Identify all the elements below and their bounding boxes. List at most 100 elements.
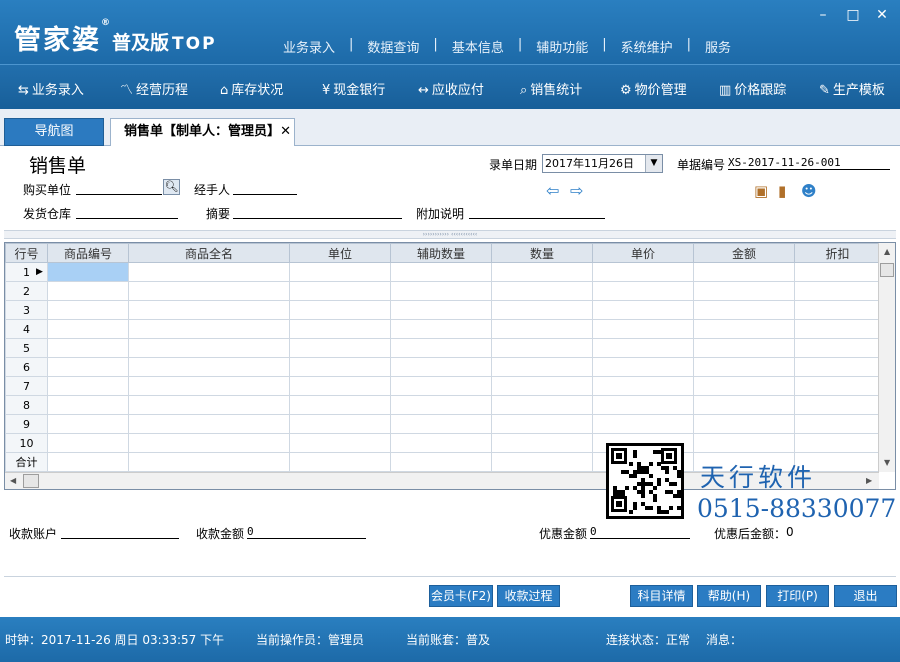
grid-cell[interactable] bbox=[491, 281, 593, 301]
account-field[interactable] bbox=[61, 525, 179, 539]
docno-field[interactable]: XS-2017-11-26-001 bbox=[728, 156, 890, 170]
grid-cell[interactable] bbox=[693, 262, 795, 282]
grid-cell[interactable] bbox=[128, 338, 290, 358]
grid-cell[interactable] bbox=[794, 414, 881, 434]
grid-cell[interactable] bbox=[794, 376, 881, 396]
grid-cell[interactable] bbox=[47, 281, 129, 301]
grid-cell[interactable] bbox=[693, 281, 795, 301]
grid-cell[interactable] bbox=[47, 319, 129, 339]
grid-cell[interactable] bbox=[128, 395, 290, 415]
grid-cell[interactable] bbox=[47, 357, 129, 377]
grid-cell[interactable] bbox=[128, 433, 290, 453]
col-header-amount[interactable]: 金额 bbox=[693, 243, 795, 263]
note-field[interactable] bbox=[469, 205, 605, 219]
exit-button[interactable]: 退出 bbox=[834, 585, 897, 607]
grid-vertical-scrollbar[interactable]: ▲ ▼ bbox=[878, 243, 895, 472]
grid-cell[interactable] bbox=[47, 376, 129, 396]
table-row[interactable]: 8 bbox=[5, 395, 881, 415]
grid-cell[interactable] bbox=[794, 395, 881, 415]
top-menu-item-basic[interactable]: 基本信息 bbox=[452, 37, 504, 56]
grid-cell[interactable] bbox=[128, 319, 290, 339]
minimize-button[interactable]: – bbox=[815, 8, 831, 22]
package-icon[interactable]: ▣ bbox=[754, 182, 768, 200]
grid-cell[interactable] bbox=[289, 300, 391, 320]
grid-cell[interactable] bbox=[693, 395, 795, 415]
amount-field[interactable]: 0 bbox=[247, 525, 366, 539]
grid-cell[interactable] bbox=[47, 338, 129, 358]
grid-cell[interactable] bbox=[592, 262, 694, 282]
scroll-down-icon[interactable]: ▼ bbox=[884, 458, 890, 467]
col-header-price[interactable]: 单价 bbox=[592, 243, 694, 263]
top-menu-item-entry[interactable]: 业务录入 bbox=[283, 37, 335, 56]
table-row[interactable]: 3 bbox=[5, 300, 881, 320]
toolbar-item-template[interactable]: ✎ 生产模板 bbox=[819, 79, 885, 98]
grid-cell[interactable] bbox=[289, 433, 391, 453]
toolbar-item-sales-stats[interactable]: ⌕ 销售统计 bbox=[520, 79, 582, 98]
help-button[interactable]: 帮助(H) bbox=[697, 585, 761, 607]
grid-cell[interactable] bbox=[794, 433, 881, 453]
grid-cell[interactable] bbox=[128, 300, 290, 320]
grid-cell[interactable] bbox=[592, 319, 694, 339]
close-button[interactable]: ✕ bbox=[874, 8, 890, 22]
grid-cell[interactable] bbox=[592, 414, 694, 434]
col-header-discount[interactable]: 折扣 bbox=[794, 243, 881, 263]
grid-cell[interactable] bbox=[794, 281, 881, 301]
buyer-search-icon[interactable]: 🔍︎ bbox=[163, 179, 180, 195]
grid-cell[interactable] bbox=[693, 338, 795, 358]
scroll-up-icon[interactable]: ▲ bbox=[884, 247, 890, 256]
print-button[interactable]: 打印(P) bbox=[766, 585, 829, 607]
grid-cell[interactable] bbox=[592, 357, 694, 377]
grid-cell[interactable] bbox=[289, 338, 391, 358]
grid-cell[interactable] bbox=[47, 395, 129, 415]
grid-cell[interactable] bbox=[289, 262, 391, 282]
discount-field[interactable]: 0 bbox=[590, 525, 690, 539]
grid-cell[interactable] bbox=[592, 338, 694, 358]
user-icon[interactable]: ☻ bbox=[801, 182, 817, 200]
grid-cell[interactable] bbox=[390, 262, 492, 282]
scroll-thumb[interactable] bbox=[880, 263, 894, 277]
subject-detail-button[interactable]: 科目详情 bbox=[630, 585, 693, 607]
member-card-button[interactable]: 会员卡(F2) bbox=[429, 585, 493, 607]
grid-cell[interactable] bbox=[592, 300, 694, 320]
grid-cell[interactable] bbox=[289, 357, 391, 377]
grid-cell[interactable] bbox=[289, 376, 391, 396]
top-menu-item-maintain[interactable]: 系统维护 bbox=[621, 37, 673, 56]
table-row[interactable]: 4 bbox=[5, 319, 881, 339]
grid-cell[interactable] bbox=[289, 395, 391, 415]
table-row[interactable]: 1 ▶ bbox=[5, 262, 881, 282]
grid-cell[interactable] bbox=[794, 338, 881, 358]
toolbar-item-receivable[interactable]: ↔ 应收应付 bbox=[418, 79, 484, 98]
receipt-process-button[interactable]: 收款过程 bbox=[497, 585, 560, 607]
grid-cell[interactable] bbox=[390, 357, 492, 377]
door-icon[interactable]: ▮ bbox=[778, 182, 786, 200]
date-picker[interactable]: 2017年11月26日 ▼ bbox=[542, 154, 663, 173]
top-menu-item-service[interactable]: 服务 bbox=[705, 37, 731, 56]
grid-cell[interactable] bbox=[491, 414, 593, 434]
grid-cell[interactable] bbox=[491, 395, 593, 415]
maximize-button[interactable]: □ bbox=[845, 8, 861, 22]
col-header-code[interactable]: 商品编号 bbox=[47, 243, 129, 263]
grid-cell[interactable] bbox=[693, 376, 795, 396]
grid-cell[interactable] bbox=[592, 281, 694, 301]
grid-cell[interactable] bbox=[390, 338, 492, 358]
grid-cell[interactable] bbox=[128, 357, 290, 377]
toolbar-item-entry[interactable]: ⇆ 业务录入 bbox=[18, 79, 84, 98]
grid-cell[interactable] bbox=[47, 300, 129, 320]
grid-cell[interactable] bbox=[491, 433, 593, 453]
grid-cell[interactable] bbox=[491, 357, 593, 377]
tab-sales-order[interactable]: 销售单【制单人：管理员】 ✕ bbox=[110, 118, 295, 146]
grid-cell[interactable] bbox=[128, 281, 290, 301]
grid-cell[interactable] bbox=[491, 262, 593, 282]
top-menu-item-query[interactable]: 数据查询 bbox=[367, 37, 419, 56]
grid-cell[interactable] bbox=[592, 395, 694, 415]
grid-cell[interactable] bbox=[390, 281, 492, 301]
scroll-right-icon[interactable]: ▶ bbox=[866, 476, 872, 485]
grid-cell[interactable] bbox=[693, 319, 795, 339]
col-header-unit[interactable]: 单位 bbox=[289, 243, 391, 263]
grid-cell[interactable] bbox=[592, 376, 694, 396]
grid-cell[interactable] bbox=[289, 319, 391, 339]
table-row[interactable]: 9 bbox=[5, 414, 881, 434]
grid-cell[interactable] bbox=[794, 262, 881, 282]
grid-cell[interactable] bbox=[491, 338, 593, 358]
col-header-qty[interactable]: 数量 bbox=[491, 243, 593, 263]
